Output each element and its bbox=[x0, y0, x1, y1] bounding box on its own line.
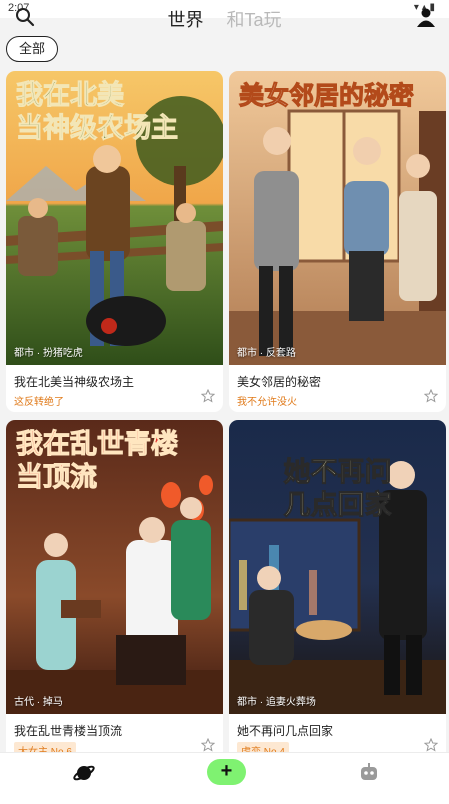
card-title: 我在乱世青楼当顶流 bbox=[14, 724, 123, 738]
card-title: 美女邻居的秘密 bbox=[237, 375, 322, 389]
star-icon[interactable] bbox=[423, 388, 439, 403]
genre-tag: 都市 · 反套路 bbox=[237, 348, 296, 359]
robot-icon[interactable] bbox=[358, 761, 380, 783]
story-card[interactable]: 美女邻居的秘密 都市 · 反套路 美女邻居的秘密 我不允许没火 bbox=[229, 71, 446, 412]
cover-title-line: 我在北美 bbox=[16, 80, 125, 112]
story-card[interactable]: 我在北美 当神级农场主 都市 · 扮猪吃虎 我在北美当神级农场主 这反转绝了 bbox=[6, 71, 223, 412]
card-cover-image: 我在乱世青楼 当顶流 古代 · 掉马 bbox=[6, 420, 223, 714]
cover-title: 我在乱世青楼 当顶流 bbox=[16, 428, 213, 494]
cover-title: 她不再问 几点回家 bbox=[239, 456, 436, 522]
card-cover-image: 她不再问 几点回家 都市 · 追妻火葬场 bbox=[229, 420, 446, 714]
tab-play-with-ta[interactable]: 和Ta玩 bbox=[227, 6, 282, 32]
card-subtitle: 这反转绝了 bbox=[14, 397, 64, 408]
star-icon[interactable] bbox=[423, 737, 439, 752]
cover-title-line: 美女邻居的秘密 bbox=[239, 81, 415, 111]
cover-title: 美女邻居的秘密 bbox=[239, 79, 436, 112]
tab-bar: 世界 和Ta玩 bbox=[0, 6, 449, 32]
bottom-nav: + bbox=[0, 752, 449, 804]
cover-title: 我在北美 当神级农场主 bbox=[16, 79, 213, 145]
genre-tag: 古代 · 掉马 bbox=[14, 697, 63, 708]
cover-title-line: 她不再问 bbox=[283, 457, 392, 489]
cover-title-line: 几点回家 bbox=[283, 490, 392, 522]
create-button[interactable]: + bbox=[207, 759, 246, 785]
cover-title-line: 我在乱世青楼 bbox=[16, 429, 179, 461]
person-icon[interactable] bbox=[415, 6, 437, 28]
top-bar: 世界 和Ta玩 bbox=[0, 0, 449, 34]
card-cover-image: 美女邻居的秘密 都市 · 反套路 bbox=[229, 71, 446, 365]
story-card[interactable]: 她不再问 几点回家 都市 · 追妻火葬场 她不再问几点回家 虐恋 No.4 bbox=[229, 420, 446, 761]
card-title: 她不再问几点回家 bbox=[237, 724, 334, 738]
card-subtitle: 我不允许没火 bbox=[237, 397, 297, 408]
card-cover-image: 我在北美 当神级农场主 都市 · 扮猪吃虎 bbox=[6, 71, 223, 365]
genre-tag: 都市 · 追妻火葬场 bbox=[237, 697, 316, 708]
tab-world[interactable]: 世界 bbox=[167, 6, 203, 32]
star-icon[interactable] bbox=[200, 388, 216, 403]
planet-icon[interactable] bbox=[72, 761, 96, 785]
filter-chip-all[interactable]: 全部 bbox=[6, 36, 59, 62]
genre-tag: 都市 · 扮猪吃虎 bbox=[14, 348, 83, 359]
star-icon[interactable] bbox=[200, 737, 216, 752]
cover-title-line: 当神级农场主 bbox=[16, 113, 179, 145]
story-card[interactable]: 我在乱世青楼 当顶流 古代 · 掉马 我在乱世青楼当顶流 大女主 No.6 bbox=[6, 420, 223, 761]
cover-title-line: 当顶流 bbox=[16, 462, 98, 494]
card-title: 我在北美当神级农场主 bbox=[14, 375, 135, 389]
